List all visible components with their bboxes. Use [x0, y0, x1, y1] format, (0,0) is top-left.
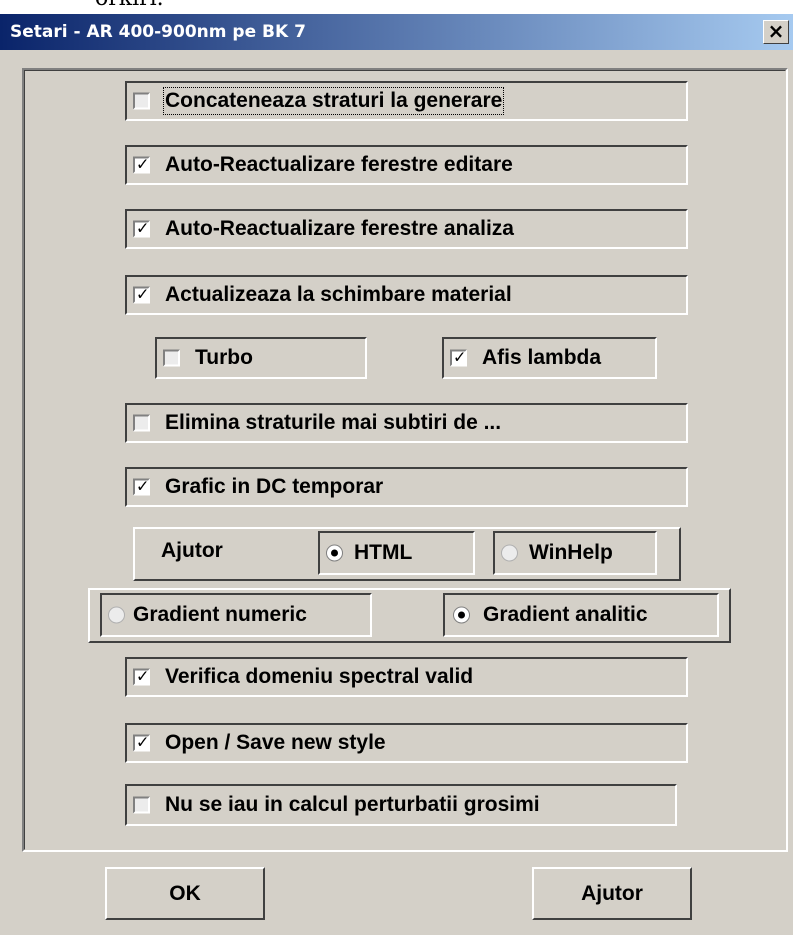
settings-dialog: Setari - AR 400-900nm pe BK 7 × Concaten… — [0, 14, 793, 935]
radio-html[interactable]: HTML — [318, 531, 475, 575]
ok-button[interactable]: OK — [105, 867, 265, 920]
clipped-background-text: orkiri. — [0, 0, 793, 14]
radio-icon[interactable] — [501, 544, 518, 562]
option-perturbatii-grosimi[interactable]: Nu se iau in calcul perturbatii grosimi — [125, 784, 677, 826]
checkbox-icon[interactable]: ✓ — [133, 155, 150, 174]
option-elimina-straturi[interactable]: Elimina straturile mai subtiri de ... — [125, 403, 688, 443]
radio-icon[interactable] — [453, 606, 470, 624]
checkbox-icon[interactable] — [133, 414, 150, 432]
help-button[interactable]: Ajutor — [532, 867, 692, 920]
checkbox-icon[interactable] — [163, 349, 180, 367]
checkbox-icon[interactable] — [133, 796, 150, 814]
option-grafic-dc[interactable]: ✓ Grafic in DC temporar — [125, 467, 688, 507]
checkbox-icon[interactable]: ✓ — [133, 219, 150, 238]
option-verifica-spectral[interactable]: ✓ Verifica domeniu spectral valid — [125, 657, 688, 697]
option-schimbare-material[interactable]: ✓ Actualizeaza la schimbare material — [125, 275, 688, 315]
title-bar[interactable]: Setari - AR 400-900nm pe BK 7 × — [0, 14, 793, 50]
option-reactualizare-editare[interactable]: ✓ Auto-Reactualizare ferestre editare — [125, 145, 688, 185]
checkbox-icon[interactable] — [133, 92, 150, 110]
option-reactualizare-analiza[interactable]: ✓ Auto-Reactualizare ferestre analiza — [125, 209, 688, 249]
radio-gradient-analitic[interactable]: Gradient analitic — [443, 593, 719, 637]
checkbox-icon[interactable]: ✓ — [133, 667, 150, 686]
option-open-save-style[interactable]: ✓ Open / Save new style — [125, 723, 688, 763]
option-turbo[interactable]: Turbo — [155, 337, 367, 379]
option-concateneaza[interactable]: Concateneaza straturi la generare — [125, 81, 688, 121]
window-title: Setari - AR 400-900nm pe BK 7 — [10, 22, 306, 42]
radio-gradient-numeric[interactable]: Gradient numeric — [100, 593, 372, 637]
checkbox-icon[interactable]: ✓ — [450, 348, 467, 367]
checkbox-icon[interactable]: ✓ — [133, 477, 150, 496]
checkbox-icon[interactable]: ✓ — [133, 285, 150, 304]
radio-winhelp[interactable]: WinHelp — [493, 531, 657, 575]
checkbox-icon[interactable]: ✓ — [133, 733, 150, 752]
close-icon: × — [767, 19, 785, 43]
option-afis-lambda[interactable]: ✓ Afis lambda — [442, 337, 657, 379]
close-button[interactable]: × — [763, 20, 789, 44]
radio-icon[interactable] — [108, 606, 125, 624]
radio-icon[interactable] — [326, 544, 343, 562]
